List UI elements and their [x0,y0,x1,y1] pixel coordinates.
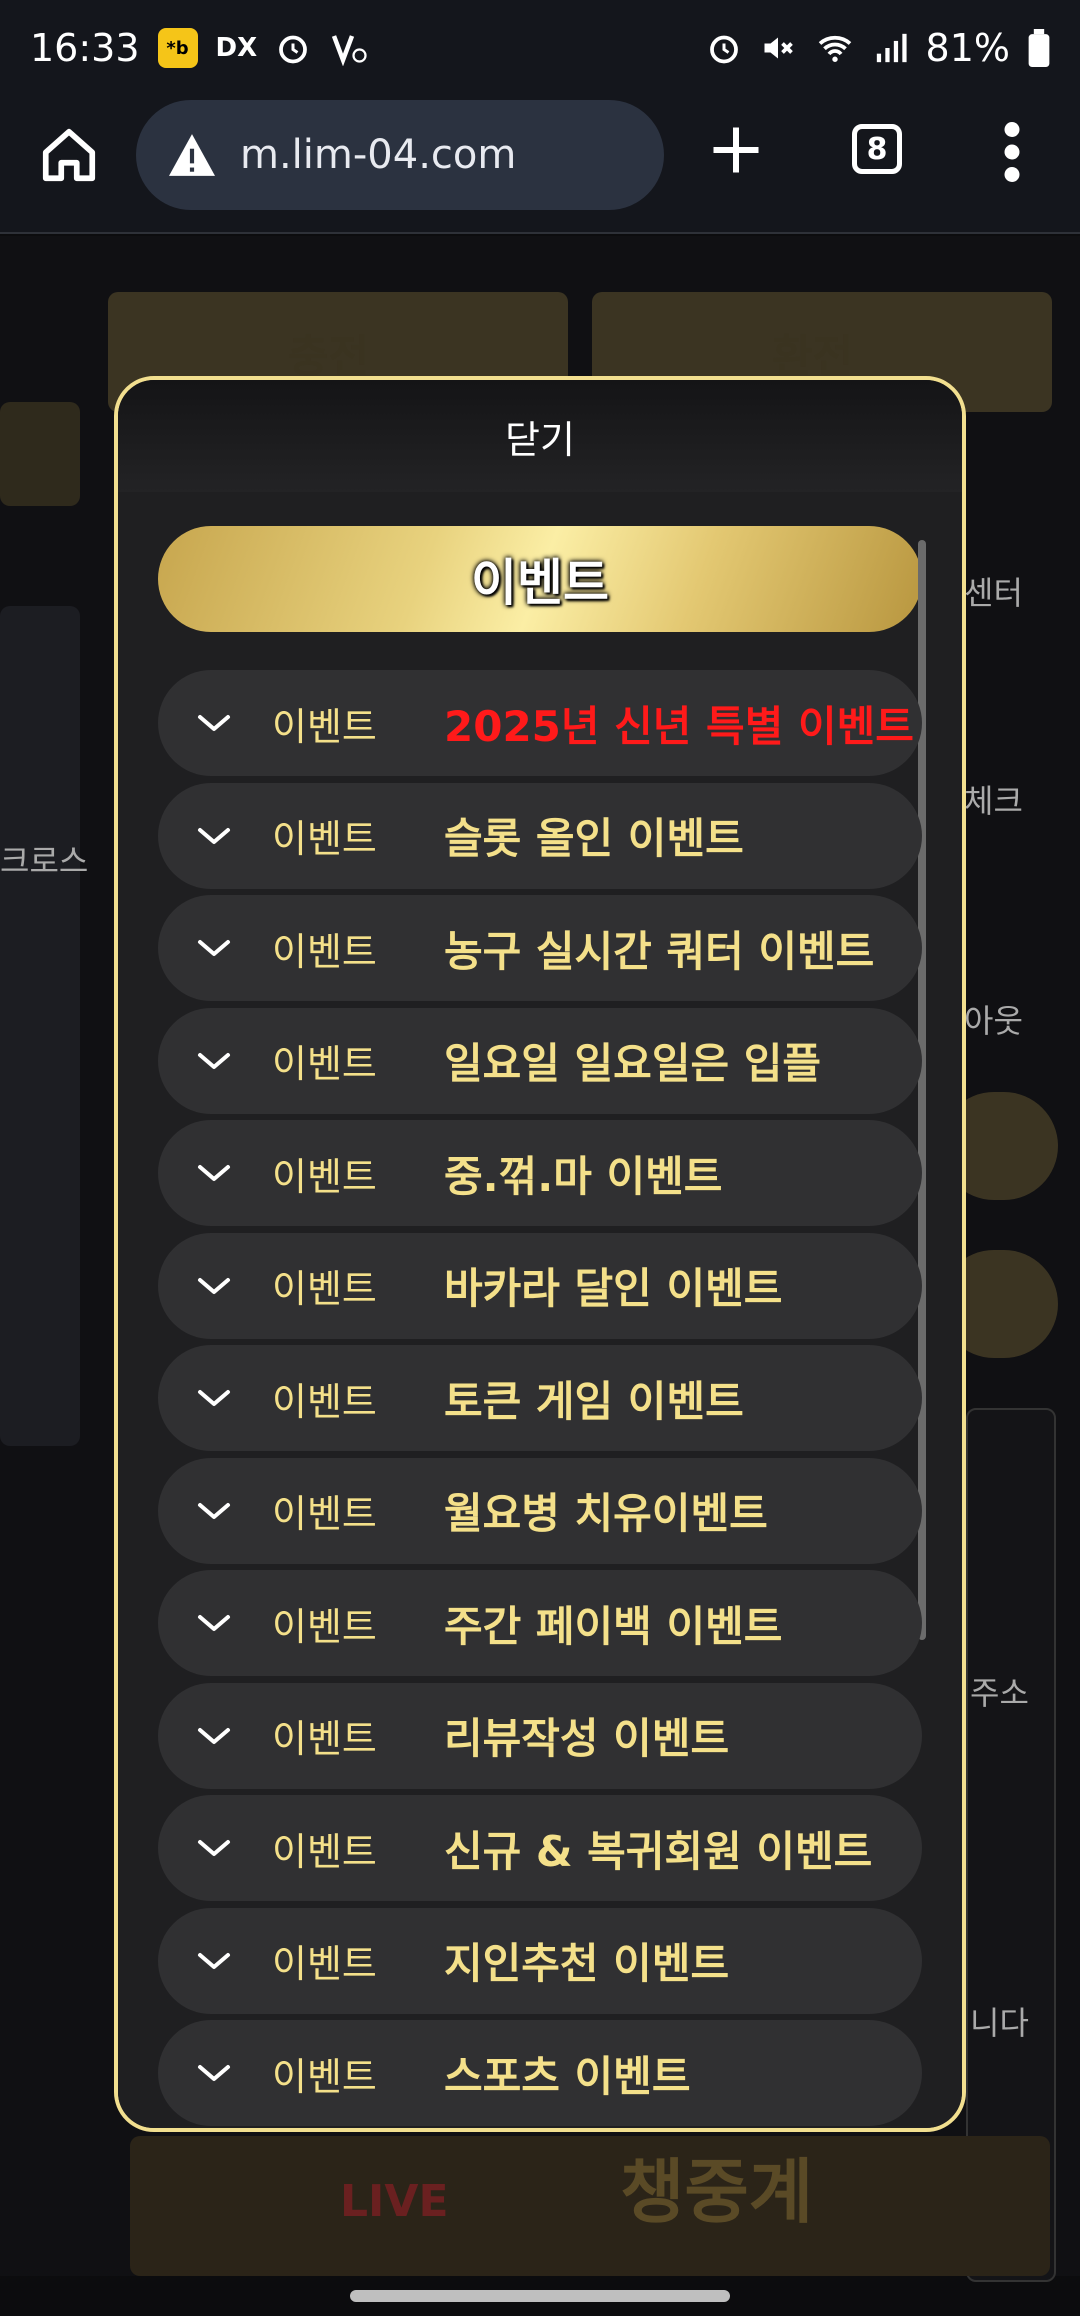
side-label-center: 센터 [964,574,1023,612]
event-category-title[interactable]: 이벤트 [158,526,922,632]
event-tag: 이벤트 [272,704,377,749]
live-label: LIVE [340,2176,449,2227]
bottom-banner [130,2136,1050,2276]
event-tag: 이벤트 [272,1829,377,1874]
event-title: 바카라 달인 이벤트 [444,1264,783,1313]
right-label-1: 주소 [970,1674,1029,1712]
chevron-down-icon [198,1952,230,1969]
plus-icon[interactable] [706,120,766,180]
event-row[interactable]: 이벤트 월요병 치유이벤트 [158,1457,922,1564]
battery-percent: 81% [925,26,1010,70]
event-tag: 이벤트 [272,1717,377,1761]
event-title: 월요병 치유이벤트 [444,1489,768,1538]
chevron-down-icon [198,940,230,956]
event-row[interactable]: 이벤트 토큰 게임 이벤트 [158,1345,922,1451]
alarm-icon [279,35,308,64]
event-tag: 이벤트 [272,1379,377,1424]
close-button[interactable]: 닫기 [118,380,962,492]
gesture-handle[interactable] [350,2290,730,2302]
mute-icon [764,37,793,59]
deposit-label: 충전 [288,331,369,382]
event-row[interactable]: 이벤트 신규 & 복귀회원 이벤트 [158,1795,922,1901]
event-row[interactable]: 이벤트 슬롯 올인 이벤트 [158,782,922,889]
event-title: 농구 실시간 쿼터 이벤트 [444,926,875,976]
side-label-check: 체크 [964,782,1023,820]
event-tag: 이벤트 [272,929,377,974]
left-thumbnail [0,606,80,1446]
event-tag: 이벤트 [272,817,377,861]
chevron-down-icon [198,715,230,731]
dx-icon: DX [215,33,258,63]
event-title: 슬롯 올인 이벤트 [444,814,744,863]
side-label-logout: 아웃 [964,1002,1023,1040]
alarm-icon [709,35,738,64]
event-tag: 이벤트 [272,1942,377,1986]
event-tag: 이벤트 [272,1604,377,1649]
app-notification-icon: *b [157,28,198,68]
chevron-down-icon [198,1840,230,1856]
status-bar: 16:33 *b DX 81% [0,0,1080,96]
event-tag: 이벤트 [272,1492,377,1536]
event-row[interactable]: 이벤트 중.꺾.마 이벤트 [158,1120,922,1226]
side-tab [0,402,80,506]
warning-icon [169,134,215,176]
modal-body: 이벤트 이벤트 2025년 신년 특별 이벤트 이벤트 슬롯 올인 이벤트 이벤트 농구 … [118,492,962,2128]
event-row[interactable]: 이벤트 지인추천 이벤트 [158,1907,922,2014]
event-modal: 닫기 이벤트 이벤트 2025년 신년 특별 이벤트 이벤트 슬롯 올인 이벤트 이벤트… [114,376,966,2132]
event-title: 주간 페이백 이벤트 [444,1601,783,1651]
chevron-down-icon [198,1615,230,1631]
event-row[interactable]: 이벤트 스포츠 이벤트 [158,2020,922,2126]
event-tag: 이벤트 [272,1154,377,1199]
left-label: 크로스 [0,842,89,880]
more-options-icon[interactable] [1000,122,1024,182]
home-icon[interactable] [38,124,100,186]
chevron-down-icon [198,827,230,844]
event-row[interactable]: 이벤트 2025년 신년 특별 이벤트 [158,670,922,776]
chevron-down-icon [198,1502,230,1519]
chevron-down-icon [198,1277,230,1294]
chevron-down-icon [198,1390,230,1406]
event-title: 2025년 신년 특별 이벤트 [444,701,914,751]
event-title: 스포츠 이벤트 [444,2051,691,2101]
event-title: 일요일 일요일은 입플 [444,1039,822,1088]
event-row[interactable]: 이벤트 바카라 달인 이벤트 [158,1232,922,1339]
event-title: 토큰 게임 이벤트 [444,1376,744,1426]
chevron-down-icon [198,1727,230,1744]
chevron-down-icon [198,1165,230,1181]
event-title: 지인추천 이벤트 [444,1939,730,1988]
wifi-icon [818,35,851,62]
event-title: 리뷰작성 이벤트 [444,1714,730,1763]
tab-switcher-button[interactable]: 8 [852,124,902,174]
battery-icon [1028,29,1050,67]
event-tag: 이벤트 [272,1042,377,1086]
withdraw-label: 환전 [772,331,853,382]
event-title: 신규 & 복귀회원 이벤트 [444,1826,873,1876]
event-row[interactable]: 이벤트 농구 실시간 쿼터 이벤트 [158,895,922,1001]
event-row[interactable]: 이벤트 리뷰작성 이벤트 [158,1682,922,1789]
event-title: 중.꺾.마 이벤트 [444,1151,723,1201]
chevron-down-icon [198,2065,230,2081]
url-text: m.lim-04.com [240,132,517,178]
right-label-2: 니다 [970,2004,1029,2042]
volte-icon [332,35,367,66]
banner-text: 챙중계 [620,2151,814,2233]
browser-toolbar: m.lim-04.com 8 [0,96,1080,234]
chevron-down-icon [198,1052,230,1069]
event-tag: 이벤트 [272,2054,377,2099]
signal-icon [876,33,907,63]
address-bar[interactable]: m.lim-04.com [136,100,664,210]
event-row[interactable]: 이벤트 주간 페이백 이벤트 [158,1570,922,1676]
event-row[interactable]: 이벤트 일요일 일요일은 입플 [158,1007,922,1114]
clock: 16:33 [30,26,140,70]
event-tag: 이벤트 [272,1267,377,1311]
